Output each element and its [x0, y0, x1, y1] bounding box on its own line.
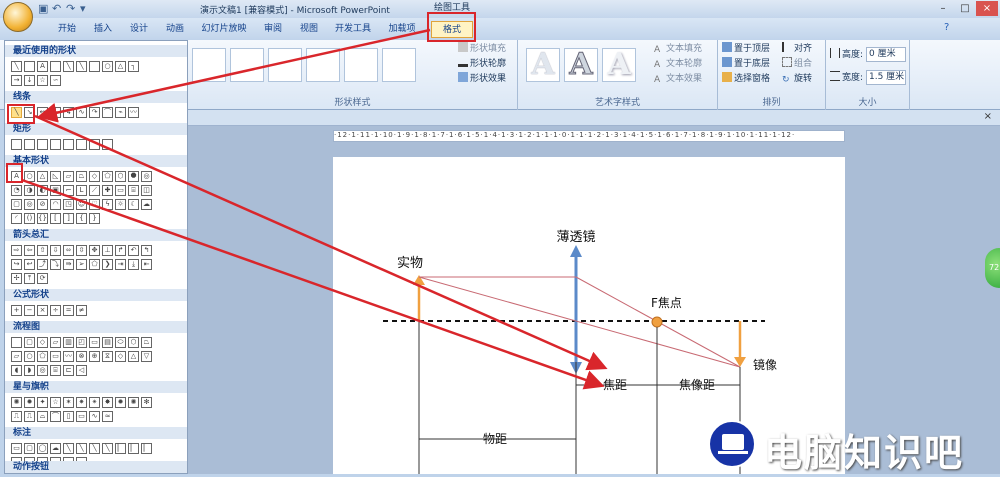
annotation-arrows: [21, 28, 608, 390]
watermark-logo: [708, 420, 756, 468]
watermark: 电脑知识吧: [708, 418, 998, 475]
arrow-format-to-line: [37, 28, 431, 123]
side-floating-widget[interactable]: 72: [985, 248, 1000, 288]
arrow-line-to-slide: [34, 114, 608, 371]
watermark-text: 电脑知识吧: [764, 431, 965, 475]
arrow-textbox-to-slide: [21, 178, 605, 390]
laptop-icon: [722, 434, 744, 450]
